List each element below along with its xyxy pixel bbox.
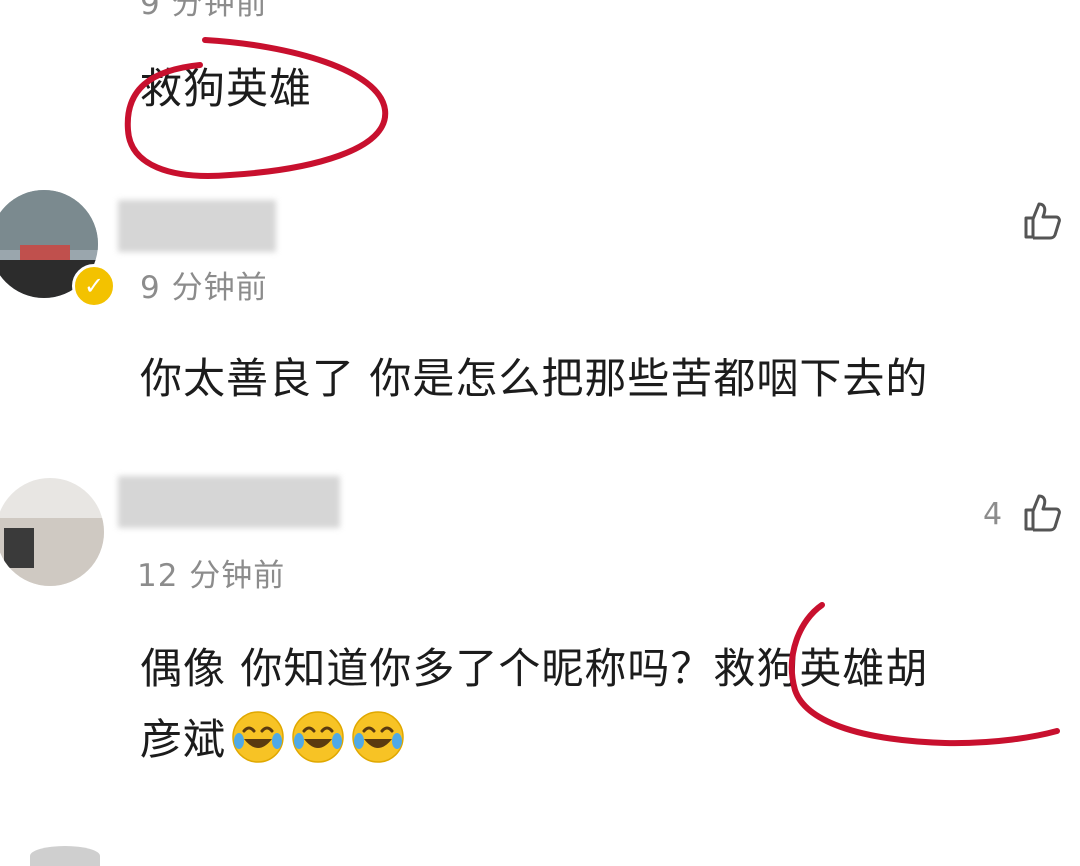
username-blurred[interactable] <box>118 200 276 252</box>
comment-text-continued: 彦斌 <box>140 706 406 767</box>
verified-badge-icon: ✓ <box>72 264 116 308</box>
next-comment-avatar-edge <box>30 846 100 866</box>
laugh-cry-emoji-icon <box>230 709 286 765</box>
like-icon[interactable] <box>1020 198 1064 242</box>
comment-text-line2: 彦斌 <box>140 715 227 764</box>
avatar[interactable] <box>0 478 104 586</box>
red-circle-annotation <box>124 37 389 179</box>
like-icon[interactable] <box>1020 490 1064 534</box>
comment-top-time: 9 分钟前 <box>140 0 268 22</box>
comment-time: 9 分钟前 <box>140 270 268 306</box>
laugh-cry-emoji-icon <box>290 709 346 765</box>
laugh-cry-emoji-icon <box>350 709 406 765</box>
like-count: 4 <box>983 497 1003 532</box>
username-blurred[interactable] <box>118 476 340 528</box>
comment-text: 你太善良了 你是怎么把那些苦都咽下去的 <box>140 354 929 403</box>
comment-time: 12 分钟前 <box>137 558 286 594</box>
red-underline-annotation <box>788 602 1060 747</box>
